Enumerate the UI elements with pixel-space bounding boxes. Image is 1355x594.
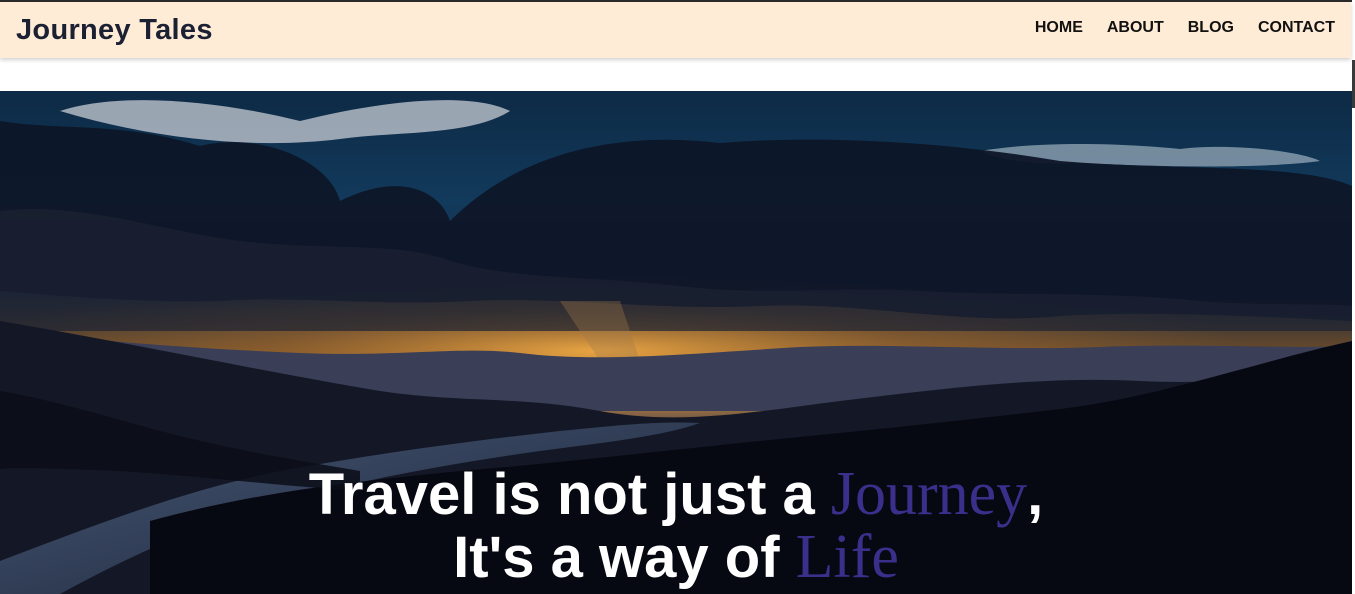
site-logo[interactable]: Journey Tales: [16, 14, 213, 47]
hero-line-2: It's a way of Life: [0, 526, 1352, 589]
hero-line-2-text: It's a way of: [453, 525, 796, 590]
hero-section: Travel is not just a Journey, It's a way…: [0, 91, 1352, 594]
nav-blog-link[interactable]: BLOG: [1188, 19, 1234, 37]
hero-line-1-comma: ,: [1027, 462, 1044, 527]
nav-menu: HOME ABOUT BLOG CONTACT: [1035, 19, 1335, 37]
hero-line-1: Travel is not just a Journey,: [0, 463, 1352, 526]
hero-accent-life: Life: [795, 523, 899, 591]
hero-accent-journey: Journey: [830, 460, 1028, 528]
navbar: Journey Tales HOME ABOUT BLOG CONTACT: [0, 2, 1351, 58]
nav-contact-link[interactable]: CONTACT: [1258, 19, 1335, 37]
hero-headline: Travel is not just a Journey, It's a way…: [0, 463, 1352, 589]
hero-line-1-text: Travel is not just a: [308, 462, 831, 527]
nav-home-link[interactable]: HOME: [1035, 19, 1083, 37]
nav-about-link[interactable]: ABOUT: [1107, 19, 1164, 37]
